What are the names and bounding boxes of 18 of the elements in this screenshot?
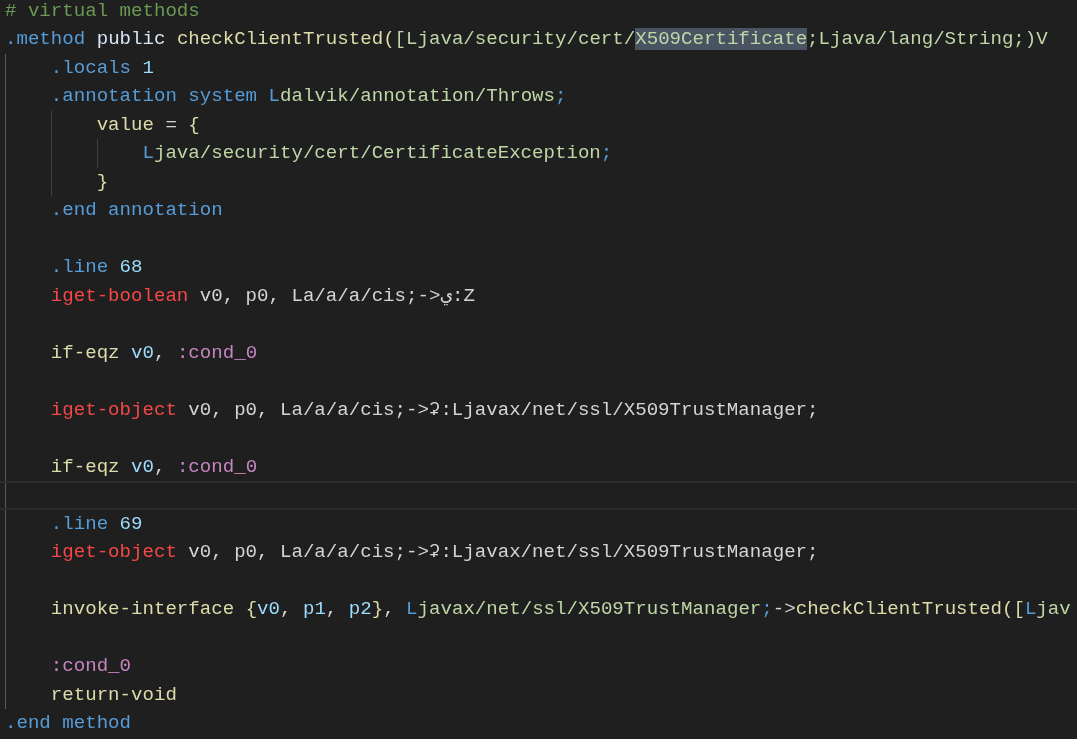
code-line: .line 69 — [50, 511, 143, 537]
code-line: if-eqz v0, :cond_0 — [50, 454, 258, 480]
code-line: value = { — [96, 112, 200, 138]
code-line: iget-object v0, p0, La/a/a/cis;->ʡ:Ljavax/net/ssl/X509TrustManager; — [50, 540, 819, 566]
code-line: .locals 1 — [50, 55, 154, 81]
code-line: # virtual methods — [5, 0, 200, 24]
code-line: .end method — [5, 711, 132, 737]
code-line: .end annotation — [50, 198, 223, 224]
code-line: .annotation system Ldalvik/annotation/Throws; — [50, 84, 567, 110]
code-line: invoke-interface {v0, p1, p2}, Ljavax/net/ssl/X509TrustManager;->checkClientTrusted([Ljav — [50, 597, 1071, 623]
code-line: if-eqz v0, :cond_0 — [50, 340, 258, 366]
code-line: } — [96, 169, 109, 195]
code-line: .line 68 — [50, 255, 143, 281]
code-line: return-void — [50, 682, 177, 708]
code-line: .method public checkClientTrusted([Ljava/security/cert/X509Certificate;Ljava/lang/String;)V — [5, 27, 1048, 53]
code-line: iget-object v0, p0, La/a/a/cis;->ʡ:Ljavax/net/ssl/X509TrustManager; — [50, 397, 819, 423]
code-line: Ljava/security/cert/CertificateException; — [142, 141, 613, 167]
code-line: :cond_0 — [50, 654, 132, 680]
